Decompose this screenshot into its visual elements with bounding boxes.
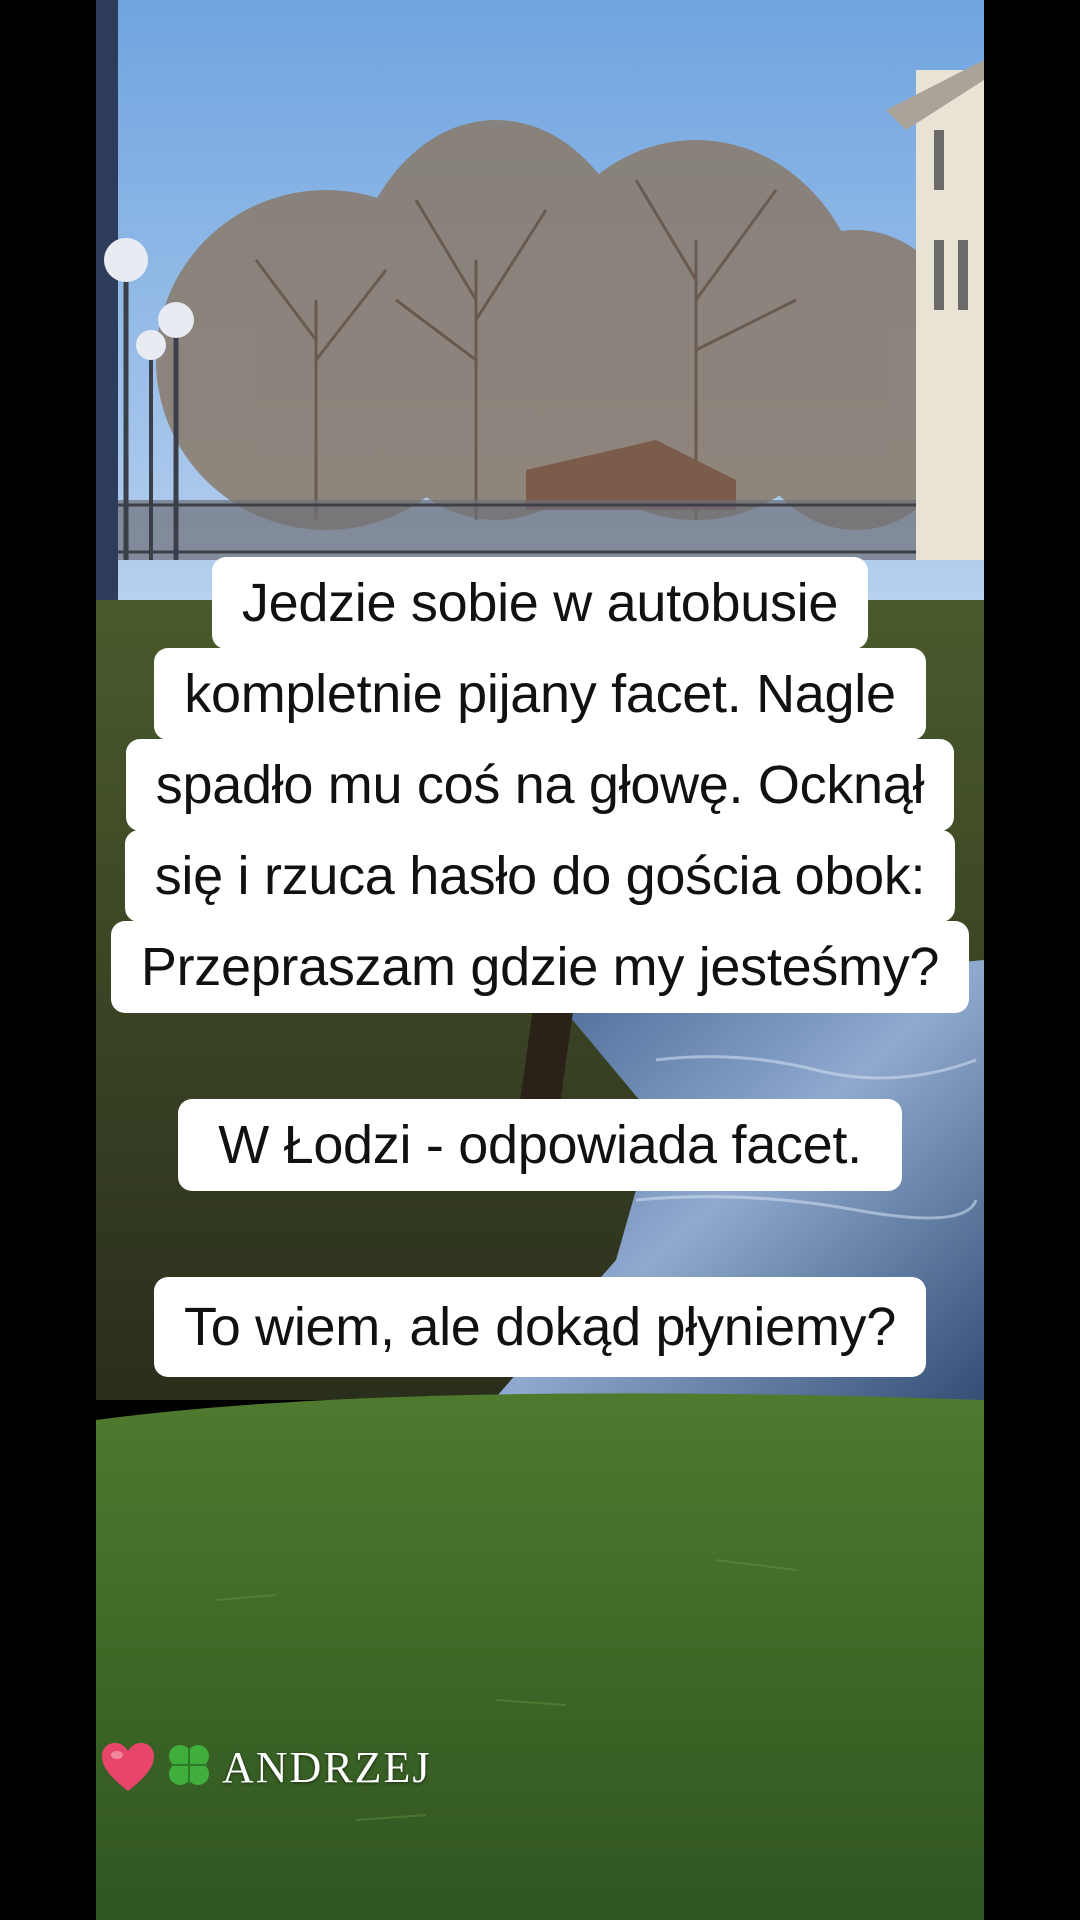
signature-text: ANDRZEJ: [222, 1742, 432, 1792]
caption-line: To wiem, ale dokąd płyniemy?: [154, 1277, 926, 1377]
heart-icon: [102, 1743, 154, 1791]
caption-block-2: W Łodzi - odpowiada facet.: [0, 1099, 1080, 1191]
caption-line: Przepraszam gdzie my jesteśmy?: [110, 921, 970, 1013]
video-frame: Jedzie sobie w autobusie kompletnie pija…: [0, 0, 1080, 1920]
caption-block-1: Jedzie sobie w autobusie kompletnie pija…: [0, 557, 1080, 1013]
caption-line: Jedzie sobie w autobusie: [211, 557, 869, 649]
caption-block-3: To wiem, ale dokąd płyniemy?: [0, 1277, 1080, 1377]
grass-lawn: [96, 1393, 984, 1920]
caption-line: W Łodzi - odpowiada facet.: [178, 1099, 902, 1191]
clover-icon: [169, 1745, 209, 1785]
signature: ANDRZEJ: [100, 1740, 432, 1794]
building: [916, 70, 984, 560]
caption-line: kompletnie pijany facet. Nagle: [154, 648, 926, 740]
caption-line: się i rzuca hasło do gościa obok:: [124, 830, 956, 922]
caption-line: spadło mu coś na głowę. Ocknął: [125, 739, 955, 831]
